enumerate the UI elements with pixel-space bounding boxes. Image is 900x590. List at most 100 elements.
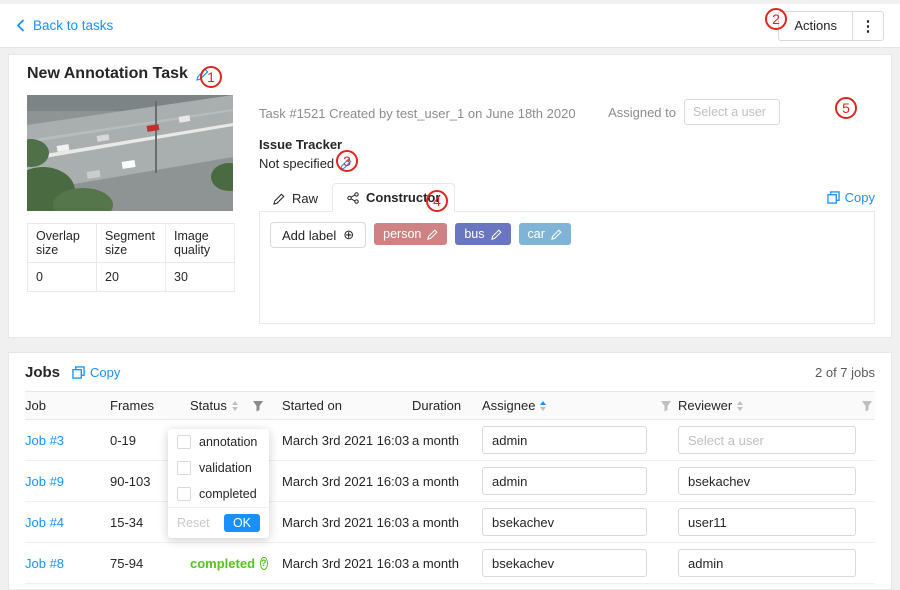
- duration-cell: a month: [412, 433, 482, 448]
- labels-tab-bar: Raw Constructor Copy: [259, 183, 875, 212]
- param-value-quality: 30: [166, 263, 235, 292]
- assigned-to-input[interactable]: [684, 99, 780, 125]
- copy-labels-link[interactable]: Copy: [827, 190, 875, 211]
- copy-icon: [827, 191, 840, 204]
- column-header-started: Started on: [282, 398, 412, 413]
- actions-button-group: Actions ⋮: [778, 11, 884, 41]
- copy-labels-label: Copy: [845, 190, 875, 205]
- assignee-header-label: Assignee: [482, 398, 535, 413]
- constructor-icon: [347, 192, 359, 204]
- jobs-card: Jobs Copy 2 of 7 jobs Job Frames Status …: [8, 352, 892, 590]
- assignee-input[interactable]: [482, 508, 647, 536]
- started-cell: March 3rd 2021 16:03: [282, 433, 412, 448]
- reviewer-header-label: Reviewer: [678, 398, 732, 413]
- callout-4: 4: [426, 190, 448, 212]
- duration-cell: a month: [412, 474, 482, 489]
- job-link[interactable]: Job #3: [25, 433, 110, 448]
- assignee-filter-icon[interactable]: [660, 400, 678, 412]
- plus-circle-icon: ⊕: [343, 227, 354, 243]
- column-header-frames: Frames: [110, 398, 190, 413]
- copy-jobs-label: Copy: [90, 365, 120, 380]
- issue-tracker-label: Issue Tracker: [259, 137, 875, 152]
- reviewer-input[interactable]: [678, 549, 856, 577]
- param-value-overlap: 0: [28, 263, 97, 292]
- filter-reset-button[interactable]: Reset: [177, 516, 210, 530]
- status-filter-dropdown: annotation validation completed Reset OK: [168, 429, 269, 538]
- task-details-card: New Annotation Task Overlap size: [8, 54, 892, 338]
- job-link[interactable]: Job #9: [25, 474, 110, 489]
- param-value-segment: 20: [97, 263, 166, 292]
- job-row: Job #9 90-103 March 3rd 2021 16:03 a mon…: [25, 461, 875, 502]
- callout-2: 2: [765, 8, 787, 30]
- label-chip-person[interactable]: person: [374, 223, 447, 245]
- param-header-segment: Segment size: [97, 224, 166, 263]
- started-cell: March 3rd 2021 16:03: [282, 474, 412, 489]
- filter-option-annotation[interactable]: annotation: [168, 429, 269, 455]
- assignee-input[interactable]: [482, 467, 647, 495]
- job-row: Job #4 15-34 March 3rd 2021 16:03 a mont…: [25, 502, 875, 543]
- sort-assignee-control[interactable]: [540, 401, 546, 411]
- reviewer-input[interactable]: [678, 426, 856, 454]
- assigned-to-label: Assigned to: [608, 105, 676, 120]
- task-parameters-table: Overlap size Segment size Image quality …: [27, 223, 235, 292]
- checkbox-completed[interactable]: [177, 487, 191, 501]
- label-chip-bus[interactable]: bus: [455, 223, 510, 245]
- assignee-input[interactable]: [482, 426, 647, 454]
- pencil-icon[interactable]: [551, 229, 562, 240]
- jobs-title: Jobs: [25, 364, 60, 381]
- checkbox-validation[interactable]: [177, 461, 191, 475]
- filter-option-annotation-label: annotation: [199, 435, 257, 449]
- sort-status-control[interactable]: [232, 401, 238, 411]
- job-link[interactable]: Job #4: [25, 515, 110, 530]
- filter-option-validation[interactable]: validation: [168, 455, 269, 481]
- jobs-table-header: Job Frames Status Started on Duration As…: [25, 391, 875, 420]
- back-to-tasks-link[interactable]: Back to tasks: [16, 18, 113, 33]
- column-header-assignee[interactable]: Assignee: [482, 398, 660, 413]
- task-title: New Annotation Task: [27, 65, 188, 83]
- assignee-input[interactable]: [482, 549, 647, 577]
- column-header-reviewer[interactable]: Reviewer: [678, 398, 861, 413]
- label-chip-car[interactable]: car: [519, 223, 571, 245]
- job-link[interactable]: Job #8: [25, 556, 110, 571]
- top-navigation-bar: Back to tasks Actions ⋮: [0, 4, 900, 48]
- add-label-text: Add label: [282, 228, 336, 243]
- checkbox-annotation[interactable]: [177, 435, 191, 449]
- pencil-icon[interactable]: [427, 229, 438, 240]
- reviewer-input[interactable]: [678, 508, 856, 536]
- started-cell: March 3rd 2021 16:03: [282, 515, 412, 530]
- started-cell: March 3rd 2021 16:03: [282, 556, 412, 571]
- kebab-menu-icon[interactable]: ⋮: [853, 12, 883, 40]
- filter-ok-button[interactable]: OK: [224, 514, 260, 532]
- reviewer-input[interactable]: [678, 467, 856, 495]
- pencil-icon[interactable]: [491, 229, 502, 240]
- status-header-label: Status: [190, 398, 227, 413]
- column-header-duration: Duration: [412, 398, 482, 413]
- pencil-icon: [273, 193, 285, 205]
- copy-jobs-link[interactable]: Copy: [72, 365, 120, 380]
- actions-button[interactable]: Actions: [779, 12, 853, 40]
- label-chip-bus-name: bus: [464, 227, 484, 241]
- column-header-job: Job: [25, 398, 110, 413]
- status-filter-icon[interactable]: [252, 400, 282, 412]
- duration-cell: a month: [412, 556, 482, 571]
- reviewer-filter-icon[interactable]: [861, 400, 877, 412]
- label-chip-person-name: person: [383, 227, 421, 241]
- add-label-button[interactable]: Add label ⊕: [270, 222, 366, 248]
- task-meta: Task #1521 Created by test_user_1 on Jun…: [259, 106, 576, 121]
- column-header-status[interactable]: Status: [190, 398, 252, 413]
- tab-raw-label: Raw: [292, 191, 318, 206]
- filter-option-validation-label: validation: [199, 461, 252, 475]
- filter-option-completed[interactable]: completed: [168, 481, 269, 507]
- assigned-to-group: Assigned to: [608, 99, 780, 125]
- sort-reviewer-control[interactable]: [737, 401, 743, 411]
- tab-raw[interactable]: Raw: [259, 185, 332, 212]
- callout-1: 1: [200, 66, 222, 88]
- callout-3: 3: [336, 150, 358, 172]
- jobs-count: 2 of 7 jobs: [815, 365, 875, 380]
- status-cell: completed ?: [190, 556, 252, 571]
- label-chip-car-name: car: [528, 227, 545, 241]
- question-circle-icon[interactable]: ?: [260, 557, 268, 570]
- chevron-left-icon: [16, 19, 25, 32]
- param-header-overlap: Overlap size: [28, 224, 97, 263]
- frames-cell: 75-94: [110, 556, 190, 571]
